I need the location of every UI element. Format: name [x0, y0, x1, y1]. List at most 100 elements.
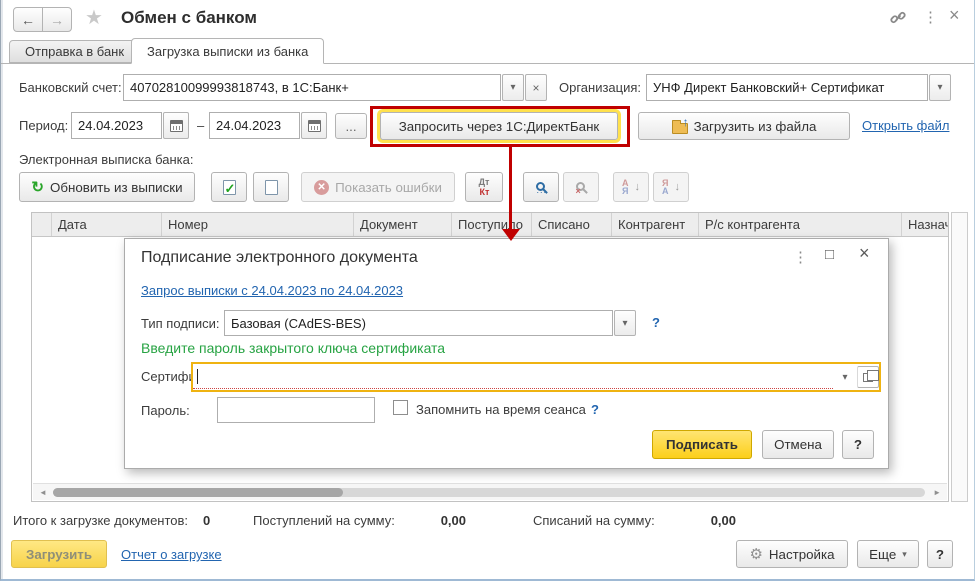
help-button[interactable]: ? — [927, 540, 953, 568]
totals-docs-value: 0 — [203, 513, 210, 528]
bank-account-combo: ▾ × — [123, 74, 547, 101]
bank-account-clear-icon[interactable]: × — [525, 74, 547, 101]
window-close-icon[interactable]: × — [949, 5, 960, 26]
signature-type-dropdown-icon[interactable]: ▾ — [614, 310, 636, 336]
statement-request-link[interactable]: Запрос выписки с 24.04.2023 по 24.04.202… — [141, 283, 403, 298]
get-link-icon[interactable] — [889, 9, 907, 30]
dialog-help-button[interactable]: ? — [842, 430, 874, 459]
totals-out-label: Списаний на сумму: — [533, 513, 655, 528]
cancel-search-icon: × — [576, 182, 585, 191]
select-all-check-icon: ✓ — [223, 180, 236, 195]
column-header-counterparty[interactable]: Контрагент — [612, 213, 699, 236]
sheets-icon — [265, 180, 278, 195]
sort-desc-button[interactable]: Я А ↓ — [653, 172, 689, 202]
annotation-arrow-line — [509, 147, 512, 230]
totals-in-label: Поступлений на сумму: — [253, 513, 395, 528]
period-more-button[interactable]: ... — [335, 113, 367, 139]
calendar-icon[interactable] — [301, 112, 327, 139]
signature-type-input[interactable] — [224, 310, 613, 336]
bank-account-input[interactable] — [123, 74, 501, 101]
deselect-all-button[interactable] — [253, 172, 289, 202]
calendar-icon[interactable] — [163, 112, 189, 139]
column-header-select[interactable] — [32, 213, 52, 236]
sort-asc-button[interactable]: А Я ↓ — [613, 172, 649, 202]
scroll-right-icon[interactable]: ► — [933, 488, 941, 497]
dialog-maximize-icon[interactable]: □ — [825, 246, 834, 263]
period-from-input[interactable] — [71, 112, 162, 139]
debit-credit-button[interactable]: Дт Кт — [465, 172, 503, 202]
column-header-counterparty-account[interactable]: Р/с контрагента — [699, 213, 902, 236]
period-dash: – — [197, 118, 204, 133]
load-report-link[interactable]: Отчет о загрузке — [121, 547, 222, 562]
load-button[interactable]: Загрузить — [11, 540, 107, 568]
certificate-input[interactable] — [193, 365, 833, 389]
tab-load-statement[interactable]: Загрузка выписки из банка — [131, 38, 324, 64]
settings-label: Настройка — [769, 547, 835, 562]
back-icon: ← — [21, 12, 35, 28]
window-menu-icon[interactable]: ⋮ — [923, 8, 938, 26]
nav-back-button[interactable]: ← — [13, 7, 43, 32]
certificate-field-group: ▾ — [191, 362, 881, 392]
column-header-document[interactable]: Документ — [354, 213, 452, 236]
cancel-button[interactable]: Отмена — [762, 430, 834, 459]
open-file-link[interactable]: Открыть файл — [862, 118, 949, 133]
folder-upload-icon: ↑ — [672, 123, 688, 134]
period-from-group — [71, 112, 189, 139]
gear-icon: ⚙ — [749, 545, 762, 563]
column-header-number[interactable]: Номер — [162, 213, 354, 236]
settings-button[interactable]: ⚙ Настройка — [736, 540, 848, 568]
sign-button[interactable]: Подписать — [652, 430, 752, 459]
statement-label: Электронная выписка банка: — [19, 152, 193, 167]
certificate-dropdown-icon[interactable]: ▾ — [834, 366, 856, 388]
password-prompt-text: Введите пароль закрытого ключа сертифика… — [141, 340, 445, 356]
period-to-input[interactable] — [209, 112, 300, 139]
totals-docs-label: Итого к загрузке документов: — [13, 513, 188, 528]
column-header-date[interactable]: Дата — [52, 213, 162, 236]
organization-input[interactable] — [646, 74, 928, 101]
period-to-group — [209, 112, 327, 139]
search-button[interactable]: ... — [523, 172, 559, 202]
scrollbar-thumb[interactable] — [53, 488, 343, 497]
totals-in-value: 0,00 — [406, 513, 466, 528]
scroll-left-icon[interactable]: ◄ — [39, 488, 47, 497]
tab-send-to-bank[interactable]: Отправка в банк — [9, 40, 140, 63]
remember-help[interactable]: ? — [591, 402, 599, 417]
sort-asc-icon: А Я — [622, 179, 629, 195]
signature-type-help[interactable]: ? — [652, 315, 660, 330]
more-label: Еще — [869, 547, 896, 562]
remember-checkbox[interactable] — [393, 400, 408, 415]
favorite-star-icon[interactable]: ★ — [85, 5, 103, 30]
show-errors-label: Показать ошибки — [335, 180, 442, 195]
password-input[interactable] — [217, 397, 375, 423]
organization-dropdown-icon[interactable]: ▾ — [929, 74, 951, 101]
nav-history-group: ← → — [13, 7, 72, 32]
password-label: Пароль: — [141, 403, 190, 418]
period-label: Период: — [19, 118, 68, 133]
forward-icon: → — [50, 12, 64, 28]
column-header-written-off[interactable]: Списано — [532, 213, 612, 236]
load-from-file-button[interactable]: ↑ Загрузить из файла — [638, 112, 850, 140]
signature-type-combo: ▾ — [224, 310, 636, 336]
refresh-label: Обновить из выписки — [50, 180, 183, 195]
annotation-arrow-head — [502, 229, 520, 241]
load-from-file-label: Загрузить из файла — [694, 119, 817, 134]
page-title: Обмен с банком — [121, 8, 257, 28]
certificate-open-icon[interactable] — [857, 366, 879, 388]
request-directbank-button[interactable]: Запросить через 1С:ДиректБанк — [380, 112, 618, 140]
table-header-row: Дата Номер Документ Поступило Списано Ко… — [32, 213, 948, 237]
horizontal-scrollbar[interactable]: ◄ ► — [33, 483, 947, 500]
select-all-button[interactable]: ✓ — [211, 172, 247, 202]
dialog-close-icon[interactable]: × — [859, 243, 870, 264]
sort-desc-icon: Я А — [662, 179, 669, 195]
column-header-received[interactable]: Поступило — [452, 213, 532, 236]
refresh-from-statement-button[interactable]: ↻ Обновить из выписки — [19, 172, 195, 202]
column-header-purpose[interactable]: Назначение — [902, 213, 948, 236]
cancel-search-button[interactable]: × — [563, 172, 599, 202]
bank-account-dropdown-icon[interactable]: ▾ — [502, 74, 524, 101]
nav-forward-button[interactable]: → — [42, 7, 72, 32]
more-button[interactable]: Еще ▾ — [857, 540, 919, 568]
show-errors-button[interactable]: ✕ Показать ошибки — [301, 172, 455, 202]
dialog-menu-icon[interactable]: ⋮ — [793, 248, 808, 266]
vertical-scrollbar[interactable] — [951, 212, 968, 502]
dt-icon: Дт — [479, 177, 490, 187]
